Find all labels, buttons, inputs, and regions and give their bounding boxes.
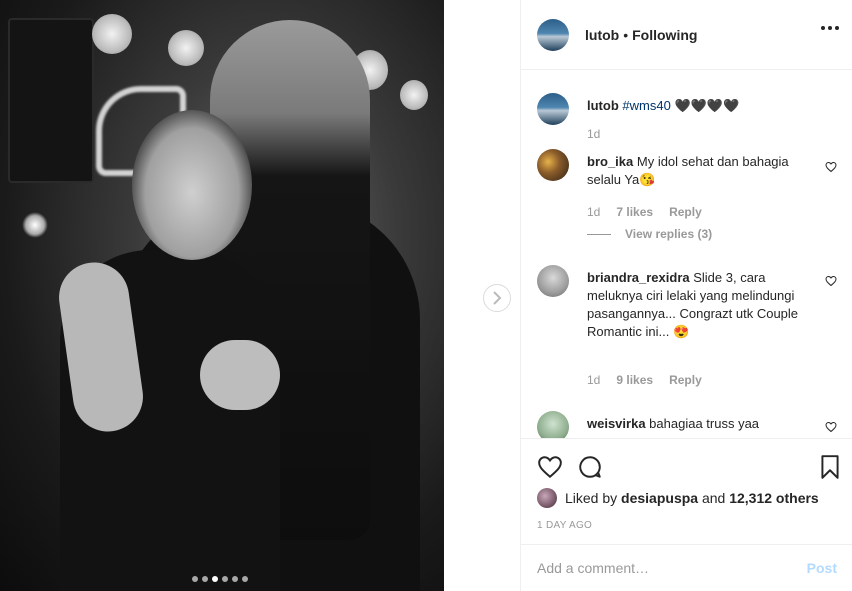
view-replies-label[interactable]: View replies (3) — [625, 227, 712, 241]
view-replies-button[interactable]: View replies (3) — [587, 227, 712, 241]
post-header: lutob • Following — [521, 0, 852, 70]
carousel-indicator — [192, 576, 248, 582]
photo-bg-light — [22, 212, 48, 238]
post-side-panel: lutob • Following lutob #wms40 🖤🖤🖤🖤 1d b… — [520, 0, 852, 591]
photo-bg-plate — [168, 30, 204, 66]
comment-username[interactable]: bro_ika — [587, 154, 633, 169]
next-slide-button[interactable] — [483, 284, 511, 312]
like-comment-heart-icon[interactable] — [825, 275, 837, 287]
comment-username[interactable]: weisvirka — [587, 416, 646, 431]
comments-list[interactable]: lutob #wms40 🖤🖤🖤🖤 1d bro_ika My idol seh… — [521, 71, 852, 439]
likes-count[interactable]: 12,312 others — [729, 490, 819, 506]
carousel-dot — [232, 576, 238, 582]
comment-time[interactable]: 1d — [587, 373, 600, 387]
comment-time[interactable]: 1d — [587, 205, 600, 219]
carousel-dot — [242, 576, 248, 582]
carousel-dot — [222, 576, 228, 582]
divider — [587, 233, 611, 235]
avatar[interactable] — [537, 265, 569, 297]
bookmark-icon[interactable] — [817, 454, 843, 480]
reply-button[interactable]: Reply — [669, 205, 702, 219]
comment-input[interactable] — [537, 560, 807, 576]
caption-hashtag[interactable]: #wms40 — [622, 98, 670, 113]
post-timestamp[interactable]: 1 DAY AGO — [537, 520, 592, 531]
carousel-dot — [202, 576, 208, 582]
comment-likes[interactable]: 9 likes — [616, 373, 653, 387]
caption-username[interactable]: lutob — [587, 98, 619, 113]
header-separator: • — [623, 26, 629, 43]
avatar[interactable] — [537, 93, 569, 125]
avatar[interactable] — [537, 488, 557, 508]
following-button[interactable]: Following — [632, 27, 697, 43]
reply-button[interactable]: Reply — [669, 373, 702, 387]
header-username[interactable]: lutob — [585, 27, 619, 43]
liked-by-and: and — [701, 490, 726, 506]
chevron-right-icon — [493, 291, 502, 305]
avatar[interactable] — [537, 18, 569, 51]
caption-time[interactable]: 1d — [587, 127, 600, 141]
post-photo[interactable] — [0, 0, 444, 591]
add-comment-form: Post — [521, 544, 852, 591]
carousel-dot — [212, 576, 218, 582]
caption-emoji: 🖤🖤🖤🖤 — [674, 98, 740, 113]
like-comment-heart-icon[interactable] — [825, 161, 837, 173]
post-button[interactable]: Post — [807, 560, 837, 576]
photo-bg-plate — [92, 14, 132, 54]
photo-hands — [200, 340, 280, 410]
avatar[interactable] — [537, 411, 569, 438]
carousel-dot — [192, 576, 198, 582]
like-comment-heart-icon[interactable] — [825, 421, 837, 433]
like-heart-icon[interactable] — [537, 454, 563, 480]
comment-bubble-icon[interactable] — [577, 454, 603, 480]
photo-bg-plate — [400, 80, 428, 110]
photo-bg-speaker — [8, 18, 94, 183]
avatar[interactable] — [537, 149, 569, 181]
comment-username[interactable]: briandra_rexidra — [587, 270, 690, 285]
post-media-area — [0, 0, 520, 591]
photo-woman-head — [132, 110, 252, 260]
more-options-icon[interactable] — [821, 26, 839, 30]
likes-summary: Liked by desiapuspa and 12,312 others — [537, 488, 819, 508]
liked-by-prefix: Liked by — [565, 490, 618, 506]
comment-text: bahagiaa truss yaa — [649, 416, 760, 431]
liked-by-user[interactable]: desiapuspa — [621, 490, 698, 506]
comment-likes[interactable]: 7 likes — [616, 205, 653, 219]
action-bar — [521, 440, 852, 488]
